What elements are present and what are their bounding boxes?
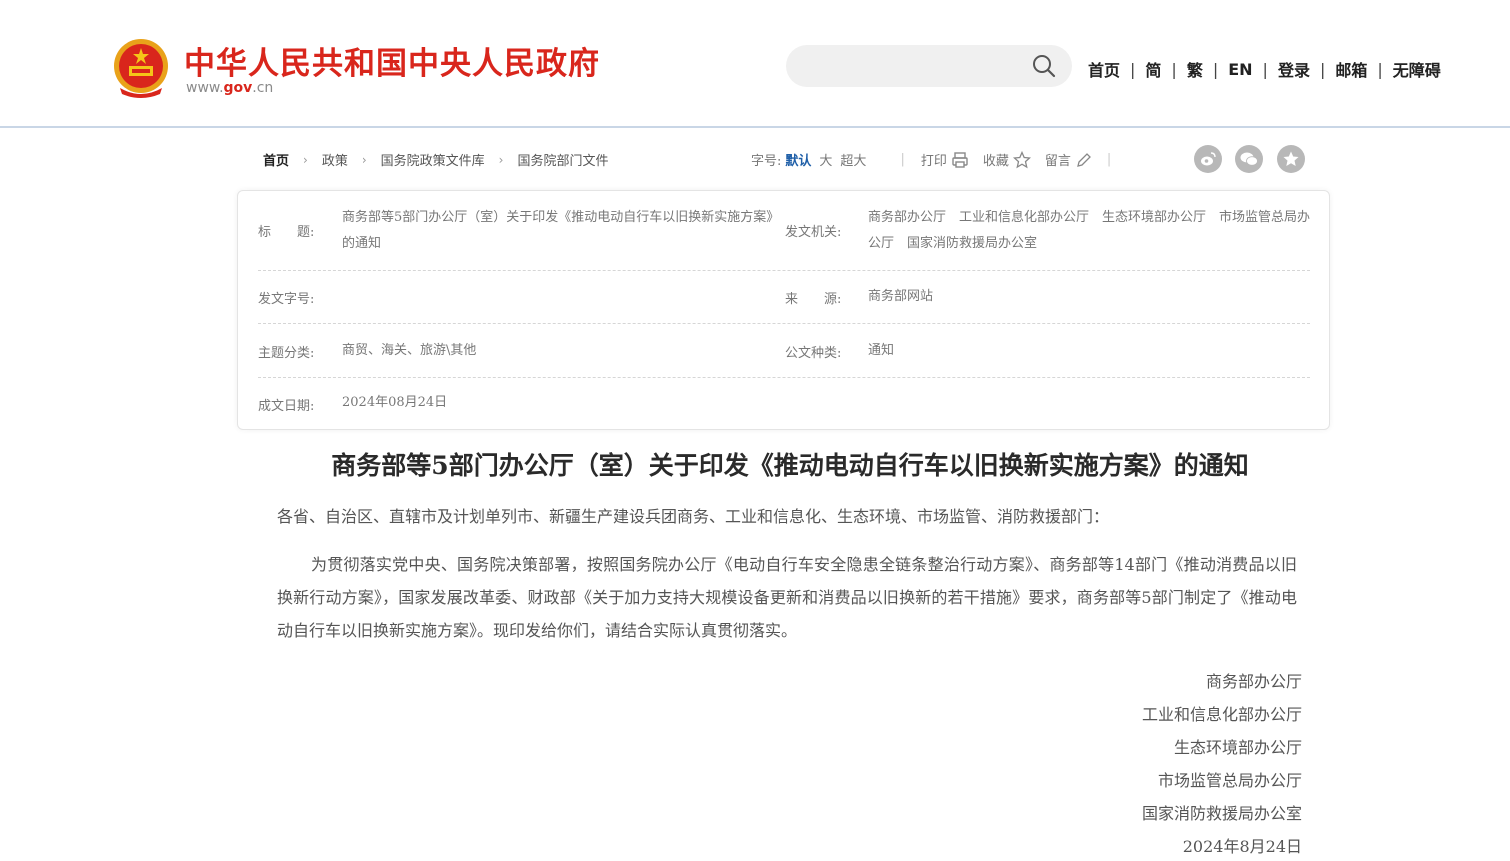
meta-source-label: 来 源: <box>785 292 842 307</box>
meta-type-value: 通知 <box>868 343 895 358</box>
nav-traditional[interactable]: 繁 <box>1187 57 1203 81</box>
breadcrumb-separator: › <box>361 152 367 167</box>
meta-row-topic: 主题分类: 商贸、海关、旅游\其他 公文种类: 通知 <box>258 324 1310 378</box>
signature-samr: 市场监管总局办公厅 <box>1157 771 1302 790</box>
wechat-icon <box>1240 152 1258 166</box>
breadcrumb-separator: › <box>303 152 308 167</box>
weibo-share-button[interactable] <box>1194 145 1222 173</box>
meta-title-value: 商务部等5部门办公厅（室）关于印发《推动电动自行车以旧换新实施方案》的通知 <box>342 210 780 251</box>
breadcrumb-policy-library[interactable]: 国务院政策文件库 <box>381 150 485 169</box>
domain-gov: gov <box>223 80 253 96</box>
nav-separator: | <box>1171 59 1177 79</box>
national-emblem-icon[interactable] <box>112 38 170 100</box>
printer-icon[interactable] <box>951 151 969 169</box>
meta-issuer-value: 商务部办公厅 工业和信息化部办公厅 生态环境部办公厅 市场监管总局办公厅 国家消… <box>868 210 1311 251</box>
nav-english[interactable]: EN <box>1228 60 1252 79</box>
pencil-icon[interactable] <box>1075 151 1093 169</box>
nav-separator: | <box>1130 59 1136 79</box>
article-salutation: 各省、自治区、直辖市及计划单列市、新疆生产建设兵团商务、工业和信息化、生态环境、… <box>277 507 1110 526</box>
nav-login[interactable]: 登录 <box>1278 57 1310 81</box>
site-domain: www.gov.cn <box>186 80 273 96</box>
top-nav: 首页 | 简 | 繁 | EN | 登录 | 邮箱 | 无障碍 <box>1088 57 1441 81</box>
breadcrumb-policy[interactable]: 政策 <box>322 150 348 169</box>
signature-date: 2024年8月24日 <box>1182 837 1302 856</box>
nav-simplified[interactable]: 简 <box>1145 57 1161 81</box>
weibo-icon <box>1201 152 1216 166</box>
wechat-share-button[interactable] <box>1235 145 1263 173</box>
nav-mailbox[interactable]: 邮箱 <box>1335 57 1367 81</box>
nav-separator: | <box>1377 59 1383 79</box>
document-metadata: 标 题: 商务部等5部门办公厅（室）关于印发《推动电动自行车以旧换新实施方案》的… <box>237 190 1330 430</box>
site-title[interactable]: 中华人民共和国中央人民政府 <box>184 38 600 83</box>
meta-source-value: 商务部网站 <box>868 289 934 304</box>
qzone-icon <box>1283 151 1299 166</box>
font-size-default[interactable]: 默认 <box>785 150 811 169</box>
meta-topic-value: 商贸、海关、旅游\其他 <box>342 343 477 358</box>
meta-type-label: 公文种类: <box>785 346 842 361</box>
meta-docno-label: 发文字号: <box>258 292 315 307</box>
nav-separator: | <box>1212 59 1219 79</box>
signature-mofcom: 商务部办公厅 <box>1205 672 1302 691</box>
meta-issuer-label: 发文机关: <box>785 225 842 240</box>
nav-separator: | <box>1319 59 1326 79</box>
nav-home[interactable]: 首页 <box>1088 57 1120 81</box>
meta-date-label: 成文日期: <box>258 399 315 414</box>
search-input[interactable] <box>806 53 1026 79</box>
meta-topic-label: 主题分类: <box>258 346 315 361</box>
breadcrumb: 首页 › 政策 › 国务院政策文件库 › 国务院部门文件 <box>263 150 609 170</box>
tools-divider: | <box>1106 152 1112 167</box>
site-header: 中华人民共和国中央人民政府 www.gov.cn 首页 | 简 | 繁 | EN… <box>0 0 1510 128</box>
comment-button[interactable]: 留言 <box>1045 150 1071 169</box>
font-size-xlarge[interactable]: 超大 <box>840 150 866 169</box>
breadcrumb-separator: › <box>498 152 504 167</box>
breadcrumb-home[interactable]: 首页 <box>263 150 289 169</box>
signature-fire-rescue: 国家消防救援局办公室 <box>1141 804 1302 823</box>
qzone-share-button[interactable] <box>1277 145 1305 173</box>
domain-suffix: .cn <box>252 80 274 96</box>
article-title: 商务部等5部门办公厅（室）关于印发《推动电动自行车以旧换新实施方案》的通知 <box>331 451 1249 480</box>
meta-row-title: 标 题: 商务部等5部门办公厅（室）关于印发《推动电动自行车以旧换新实施方案》的… <box>258 205 1310 271</box>
signature-miit: 工业和信息化部办公厅 <box>1141 705 1302 724</box>
nav-accessibility[interactable]: 无障碍 <box>1393 57 1441 81</box>
font-size-label: 字号: <box>751 154 782 169</box>
search-icon[interactable] <box>1031 53 1057 79</box>
meta-date-value: 2024年08月24日 <box>342 395 448 410</box>
star-icon[interactable] <box>1012 150 1031 169</box>
nav-separator: | <box>1262 59 1268 79</box>
article-body: 为贯彻落实党中央、国务院决策部署，按照国务院办公厅《电动自行车安全隐患全链条整治… <box>277 555 1297 640</box>
print-button[interactable]: 打印 <box>921 150 947 169</box>
font-size-large[interactable]: 大 <box>819 150 832 169</box>
signature-mee: 生态环境部办公厅 <box>1173 738 1302 757</box>
favorite-button[interactable]: 收藏 <box>983 150 1009 169</box>
tools-divider: | <box>900 152 905 167</box>
meta-row-docno: 发文字号: 来 源: 商务部网站 <box>258 271 1310 324</box>
article-tools: 字号: 默认 大 超大 | 打印 收藏 留言 | <box>751 150 1111 169</box>
meta-title-label: 标 题: <box>258 225 315 240</box>
domain-prefix: www. <box>186 80 224 96</box>
meta-row-date: 成文日期: 2024年08月24日 <box>258 378 1310 428</box>
breadcrumb-department-docs[interactable]: 国务院部门文件 <box>517 150 608 169</box>
